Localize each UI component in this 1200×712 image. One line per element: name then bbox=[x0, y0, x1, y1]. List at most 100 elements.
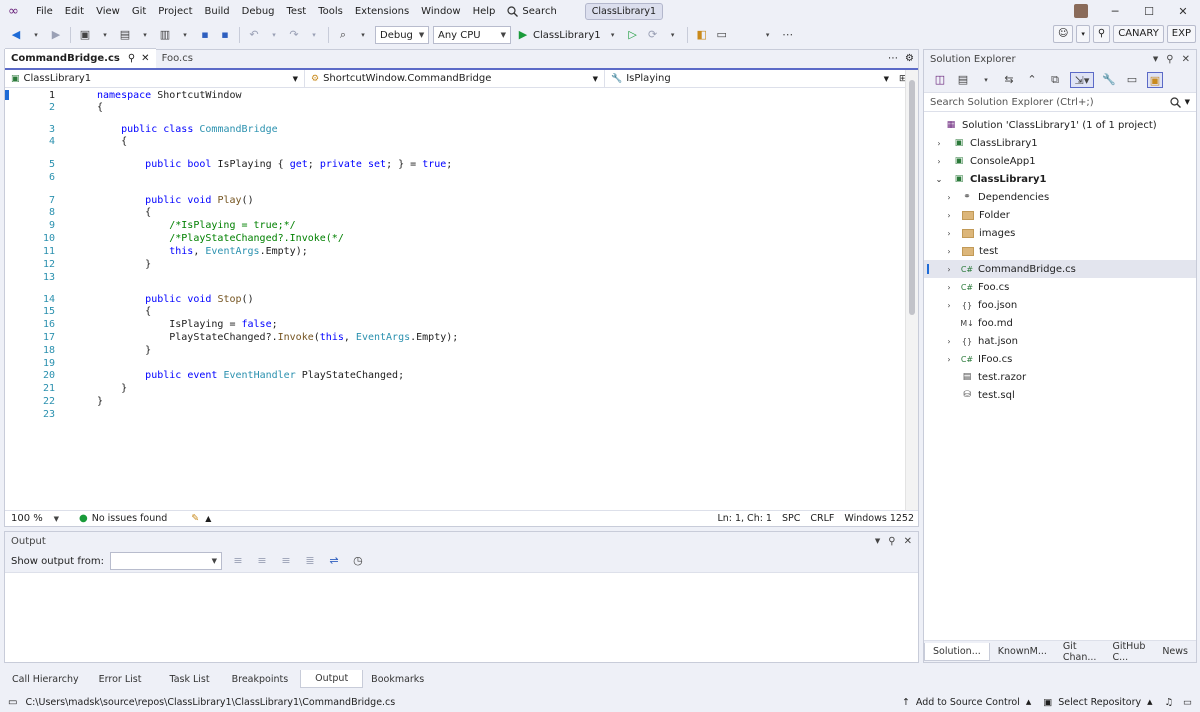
platform-select[interactable]: Any CPU ▼ bbox=[433, 26, 511, 44]
preview-icon[interactable]: ▭ bbox=[1124, 72, 1140, 88]
previous-message-icon[interactable]: ≡ bbox=[254, 553, 270, 569]
project-dropdown[interactable]: ▣ ClassLibrary1 ▼ bbox=[5, 69, 305, 88]
tree-item-file[interactable]: M↓ foo.md bbox=[924, 314, 1196, 332]
new-project-icon[interactable]: ▣ bbox=[77, 27, 93, 43]
chevron-down-icon[interactable]: ▼ bbox=[1153, 55, 1158, 63]
window-layout-icon[interactable]: ▭ bbox=[714, 27, 730, 43]
sync-icon[interactable]: ⇆ bbox=[1001, 72, 1017, 88]
menu-tools[interactable]: Tools bbox=[312, 0, 349, 23]
new-dropdown-icon[interactable]: ▾ bbox=[97, 27, 113, 43]
back-dropdown-icon[interactable]: ▾ bbox=[28, 27, 44, 43]
timestamp-icon[interactable]: ◷ bbox=[350, 553, 366, 569]
forward-icon[interactable]: ▶ bbox=[48, 27, 64, 43]
redo-dropdown-icon[interactable]: ▾ bbox=[306, 27, 322, 43]
tab-news[interactable]: News bbox=[1154, 643, 1196, 661]
tree-item-file[interactable]: ⛁ test.sql bbox=[924, 386, 1196, 404]
menu-extensions[interactable]: Extensions bbox=[349, 0, 415, 23]
tab-github-copilot[interactable]: GitHub C... bbox=[1104, 641, 1154, 663]
select-repository[interactable]: Select Repository bbox=[1058, 697, 1141, 708]
find-dropdown-icon[interactable]: ▾ bbox=[355, 27, 371, 43]
tab-git-changes[interactable]: Git Chan... bbox=[1055, 641, 1105, 663]
open-folder-icon[interactable]: ▥ bbox=[157, 27, 173, 43]
save-all-icon[interactable]: ▪ bbox=[217, 27, 233, 43]
menu-test[interactable]: Test bbox=[281, 0, 313, 23]
toolbar-options-icon[interactable]: ⋯ bbox=[780, 27, 796, 43]
tree-item-file-selected[interactable]: › C# CommandBridge.cs bbox=[924, 260, 1196, 278]
tree-item-solution[interactable]: ▦ Solution 'ClassLibrary1' (1 of 1 proje… bbox=[924, 116, 1196, 134]
start-dropdown-icon[interactable]: ▾ bbox=[605, 27, 621, 43]
scrollbar-thumb[interactable] bbox=[909, 80, 915, 315]
filter-dropdown-icon[interactable]: ▾ bbox=[978, 72, 994, 88]
menu-build[interactable]: Build bbox=[199, 0, 236, 23]
type-dropdown[interactable]: ⚙ ShortcutWindow.CommandBridge ▼ bbox=[305, 69, 605, 88]
tree-item-folder[interactable]: › test bbox=[924, 242, 1196, 260]
tab-bookmarks[interactable]: Bookmarks bbox=[363, 670, 432, 688]
properties-wrench-icon[interactable]: 🔧 bbox=[1101, 72, 1117, 88]
chevron-right-icon[interactable]: › bbox=[944, 301, 954, 310]
configuration-select[interactable]: Debug ▼ bbox=[375, 26, 429, 44]
copilot-icon[interactable]: ☺ bbox=[1052, 25, 1074, 43]
tree-item-file[interactable]: › C# IFoo.cs bbox=[924, 350, 1196, 368]
avatar[interactable] bbox=[1074, 4, 1088, 18]
pending-changes-filter-icon[interactable]: ▤ bbox=[955, 72, 971, 88]
go-to-line-icon[interactable]: ≡ bbox=[230, 553, 246, 569]
chevron-down-icon[interactable]: ▼ bbox=[875, 537, 880, 545]
tree-item-file[interactable]: ▤ test.razor bbox=[924, 368, 1196, 386]
solution-search-box[interactable]: Search Solution Explorer (Ctrl+;) ▼ bbox=[924, 92, 1196, 112]
next-message-icon[interactable]: ≡ bbox=[278, 553, 294, 569]
chevron-down-icon[interactable]: ⌄ bbox=[934, 175, 944, 184]
chevron-right-icon[interactable]: › bbox=[934, 139, 944, 148]
preview-selected-icon[interactable]: ▣ bbox=[1147, 72, 1163, 88]
close-tab-icon[interactable]: ✕ bbox=[141, 53, 149, 64]
hot-reload-icon[interactable]: ⟳ bbox=[645, 27, 661, 43]
output-text-area[interactable] bbox=[5, 572, 918, 662]
editor-vertical-scrollbar[interactable] bbox=[905, 70, 918, 513]
search-menu[interactable]: Search bbox=[501, 6, 562, 17]
open-dropdown-icon[interactable]: ▾ bbox=[177, 27, 193, 43]
word-wrap-icon[interactable]: ⇌ bbox=[326, 553, 342, 569]
tree-item-project[interactable]: › ▣ ConsoleApp1 bbox=[924, 152, 1196, 170]
menu-window[interactable]: Window bbox=[415, 0, 466, 23]
member-dropdown[interactable]: 🔧 IsPlaying ▼ bbox=[605, 70, 895, 88]
add-item-icon[interactable]: ▤ bbox=[117, 27, 133, 43]
chevron-up-icon[interactable]: ▲ bbox=[205, 514, 211, 523]
redo-icon[interactable]: ↷ bbox=[286, 27, 302, 43]
code-cleanup-icon[interactable]: ✎ bbox=[191, 513, 199, 524]
track-active-item-icon[interactable]: ⇲▾ bbox=[1070, 72, 1094, 88]
tree-item-folder[interactable]: › images bbox=[924, 224, 1196, 242]
chevron-right-icon[interactable]: › bbox=[944, 355, 954, 364]
find-icon[interactable]: ⌕ bbox=[335, 27, 351, 43]
collapse-all-icon[interactable]: ⌃ bbox=[1024, 72, 1040, 88]
menu-help[interactable]: Help bbox=[467, 0, 502, 23]
chevron-right-icon[interactable]: › bbox=[944, 247, 954, 256]
tab-call-hierarchy[interactable]: Call Hierarchy bbox=[4, 670, 87, 688]
tab-foo-cs[interactable]: Foo.cs bbox=[156, 48, 199, 68]
start-debugging-icon[interactable]: ▶ bbox=[515, 27, 531, 43]
pin-icon[interactable]: ⚲ bbox=[1166, 54, 1173, 65]
tree-item-file[interactable]: › C# Foo.cs bbox=[924, 278, 1196, 296]
close-window-icon[interactable]: ✕ bbox=[1166, 0, 1200, 23]
undo-dropdown-icon[interactable]: ▾ bbox=[266, 27, 282, 43]
gear-icon[interactable]: ⚙ bbox=[905, 53, 914, 64]
start-target-label[interactable]: ClassLibrary1 bbox=[533, 30, 601, 41]
switch-views-icon[interactable]: ◫ bbox=[932, 72, 948, 88]
chevron-right-icon[interactable]: › bbox=[934, 157, 944, 166]
tree-item-file[interactable]: › {} foo.json bbox=[924, 296, 1196, 314]
line-ending-mode[interactable]: CRLF bbox=[810, 513, 834, 524]
browser-link-icon[interactable]: ◧ bbox=[694, 27, 710, 43]
close-icon[interactable]: ✕ bbox=[1182, 54, 1190, 65]
tab-known-monikers[interactable]: KnownM... bbox=[990, 643, 1055, 661]
tree-item-dependencies[interactable]: › ⚭ Dependencies bbox=[924, 188, 1196, 206]
chevron-right-icon[interactable]: › bbox=[944, 229, 954, 238]
tab-solution-explorer[interactable]: Solution... bbox=[924, 642, 990, 661]
chevron-right-icon[interactable]: › bbox=[944, 193, 954, 202]
pin-icon[interactable]: ⚲ bbox=[888, 536, 895, 547]
toolbar-overflow-chevron-icon[interactable]: ▾ bbox=[760, 27, 776, 43]
code-area[interactable]: 1 2 3 4 5 6 7 8 9 10 11 12 13 14 15 16 17 18 19 20 21 22 23 na… bbox=[5, 90, 918, 513]
chevron-right-icon[interactable]: › bbox=[944, 337, 954, 346]
pin-icon[interactable]: ⚲ bbox=[128, 53, 135, 64]
tree-item-folder[interactable]: › Folder bbox=[924, 206, 1196, 224]
chevron-up-icon[interactable]: ▲ bbox=[1147, 698, 1152, 706]
cursor-position[interactable]: Ln: 1, Ch: 1 bbox=[717, 513, 772, 524]
menu-git[interactable]: Git bbox=[126, 0, 152, 23]
